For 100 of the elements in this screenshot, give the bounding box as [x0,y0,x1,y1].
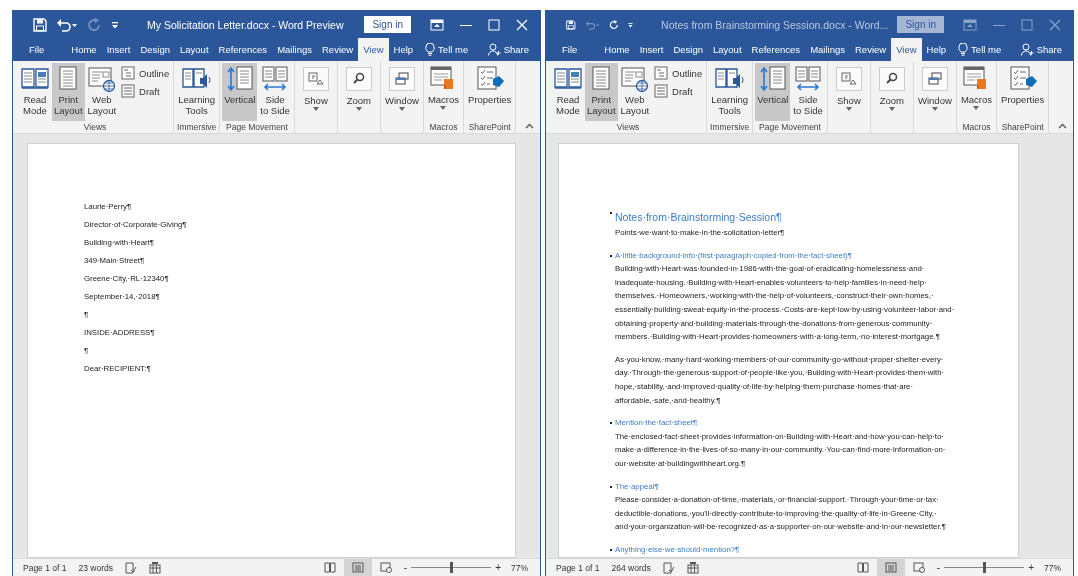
zoom-level[interactable]: 77% [1038,562,1073,573]
zoom-level[interactable]: 77% [505,562,540,573]
ribbon-tab[interactable]: Mailings [805,38,850,61]
ribbon-tab[interactable]: Review [317,38,359,61]
button-label: Macros [960,94,993,105]
ribbon-tab[interactable]: Design [135,38,175,61]
page-count[interactable]: Page 1 of 1 [550,562,606,573]
read-mode-icon [323,562,336,573]
ribbon-button[interactable]: Window [382,63,421,121]
zoom-in-button[interactable]: + [1024,562,1038,573]
ribbon-button[interactable]: Learning Tools [176,63,218,121]
ribbon-tab[interactable]: Layout [175,38,214,61]
ribbon-button[interactable]: Web Layout [618,63,652,121]
group-label: Immersive [177,121,217,133]
word-count[interactable]: 264 words [605,562,657,573]
tell-me-button[interactable]: Tell me [953,38,1007,61]
ribbon-tab[interactable]: File [552,38,588,61]
ribbon-button[interactable]: Read Mode [552,63,584,121]
redo-icon[interactable] [608,17,619,32]
button-label: Show [304,95,328,106]
ribbon-tab[interactable]: Help [921,38,952,61]
collapse-ribbon-icon[interactable] [1058,123,1067,129]
tell-me-button[interactable]: Tell me [420,38,474,61]
draft-icon [121,84,136,98]
ribbon-button[interactable]: Outline [652,65,705,81]
collapse-ribbon-icon[interactable] [525,123,534,129]
ribbon-tab[interactable]: References [213,38,273,61]
zoom-out-button[interactable]: - [932,562,945,573]
macro-record-icon[interactable] [149,561,161,574]
outline-icon [121,66,136,80]
slider-thumb[interactable] [983,562,987,573]
save-icon[interactable] [566,17,576,32]
ribbon-tab[interactable]: Layout [708,38,747,61]
share-button[interactable]: Share [482,38,534,61]
ribbon-button[interactable]: Vertical [222,63,258,121]
proofing-icon[interactable] [125,561,137,574]
maximize-icon[interactable] [488,18,500,31]
zoom-slider[interactable] [944,562,1025,573]
group-label: Macros [429,121,458,133]
ribbon-button[interactable]: Macros [425,63,462,121]
ribbon-button[interactable]: Show [296,63,335,121]
window-icon [926,71,943,87]
proofing-icon[interactable] [662,561,675,574]
save-icon[interactable] [33,17,47,32]
ribbon-button[interactable]: Web Layout [85,63,119,121]
undo-icon[interactable] [56,17,78,32]
ribbon-button[interactable]: Read Mode [19,63,51,121]
ribbon-button[interactable]: Draft [652,83,705,99]
page-count[interactable]: Page 1 of 1 [17,562,73,573]
button-label: Learning Tools [711,94,749,116]
window-title: My Solicitation Letter.docx - Word Preview [147,18,345,31]
sign-in-button[interactable]: Sign in [897,16,944,33]
caret-icon [355,107,362,111]
sign-in-button[interactable]: Sign in [364,16,411,33]
ribbon-button[interactable]: Properties [999,63,1047,121]
ribbon-button[interactable]: Draft [119,83,172,99]
ribbon-tab[interactable]: View [891,38,922,61]
ribbon-display-icon[interactable] [430,18,444,31]
ribbon-button[interactable]: Side to Side [791,63,825,121]
ribbon-button[interactable]: Side to Side [258,63,292,121]
button-label: Zoom [879,95,905,106]
ribbon-button[interactable]: Learning Tools [709,63,751,121]
button-label: Draft [139,85,160,97]
macro-record-icon[interactable] [686,561,699,574]
ribbon-tab[interactable]: Mailings [272,38,317,61]
ribbon-tab[interactable]: Insert [101,38,136,61]
ribbon-button[interactable]: Zoom [339,63,378,121]
ribbon-tab[interactable]: Home [66,38,102,61]
ribbon-tab[interactable]: Insert [634,38,669,61]
close-icon[interactable] [516,18,528,31]
zoom-slider[interactable] [411,562,492,573]
ribbon-button[interactable]: Macros [958,63,995,121]
share-button[interactable]: Share [1015,38,1067,61]
vertical-scroll-icon [758,65,787,93]
word-count[interactable]: 23 words [72,562,119,573]
caret-icon [440,106,447,110]
button-label: Web Layout [87,94,117,116]
slider-thumb[interactable] [450,562,454,573]
zoom-out-button[interactable]: - [399,562,412,573]
ribbon-tab[interactable]: Design [668,38,708,61]
ribbon-button[interactable]: Show [829,63,868,121]
button-label: Read Mode [23,94,47,116]
ribbon-button[interactable]: Vertical [755,63,791,121]
ribbon-tab[interactable]: Review [850,38,892,61]
button-label: Web Layout [620,94,650,116]
zoom-in-button[interactable]: + [491,562,505,573]
ribbon-tab[interactable]: Help [388,38,419,61]
ribbon-tab[interactable]: Home [599,38,635,61]
ribbon-button[interactable]: Zoom [872,63,911,121]
ribbon-tab[interactable]: File [19,38,55,61]
ribbon-tab[interactable]: View [358,38,389,61]
ribbon-button[interactable]: Outline [119,65,172,81]
group-label: SharePoint [1001,121,1044,133]
ribbon-button[interactable]: Print Layout [585,63,618,121]
button-label: Outline [139,67,170,79]
print-layout-icon [351,562,364,573]
ribbon-tab[interactable]: References [746,38,806,61]
ribbon-button[interactable]: Print Layout [52,63,85,121]
ribbon-button[interactable]: Window [915,63,954,121]
ribbon-button[interactable]: Properties [466,63,514,121]
